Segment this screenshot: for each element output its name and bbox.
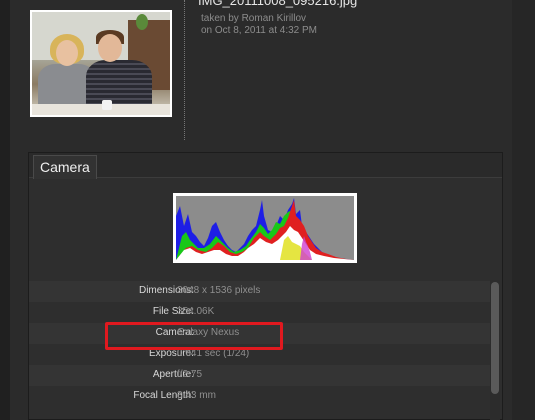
photo-info-window: IMG_20111008_095216.jpg taken by Roman K… <box>0 0 535 420</box>
tab-camera[interactable]: Camera <box>33 155 97 179</box>
dotted-divider <box>184 0 185 140</box>
property-value: 3.43 mm <box>177 390 216 401</box>
taken-by-text: taken by Roman Kirillov <box>201 13 307 24</box>
camera-section: Camera Dimensions: 2048 x 1536 pixels Fi… <box>28 152 503 420</box>
list-item: File Size: 354.06K <box>29 302 491 323</box>
scrollbar-thumb[interactable] <box>491 282 499 394</box>
photo-thumbnail[interactable] <box>30 10 172 117</box>
list-item: Dimensions: 2048 x 1536 pixels <box>29 281 491 302</box>
scrollbar[interactable] <box>490 280 500 420</box>
histogram-icon <box>173 193 357 263</box>
file-name[interactable]: IMG_20111008_095216.jpg <box>198 0 357 8</box>
photo-image <box>32 12 170 115</box>
tab-bar: Camera <box>29 153 502 179</box>
property-value: 354.06K <box>177 306 215 317</box>
list-item: Focal Length: 3.43 mm <box>29 386 491 407</box>
left-strip <box>0 0 10 420</box>
list-item: Aperture: f/2.75 <box>29 365 491 386</box>
property-value: 2048 x 1536 pixels <box>177 285 261 296</box>
taken-date-text: on Oct 8, 2011 at 4:32 PM <box>201 25 317 36</box>
right-panel <box>512 0 535 420</box>
camera-highlight-box <box>105 322 283 350</box>
property-value: f/2.75 <box>177 369 203 380</box>
